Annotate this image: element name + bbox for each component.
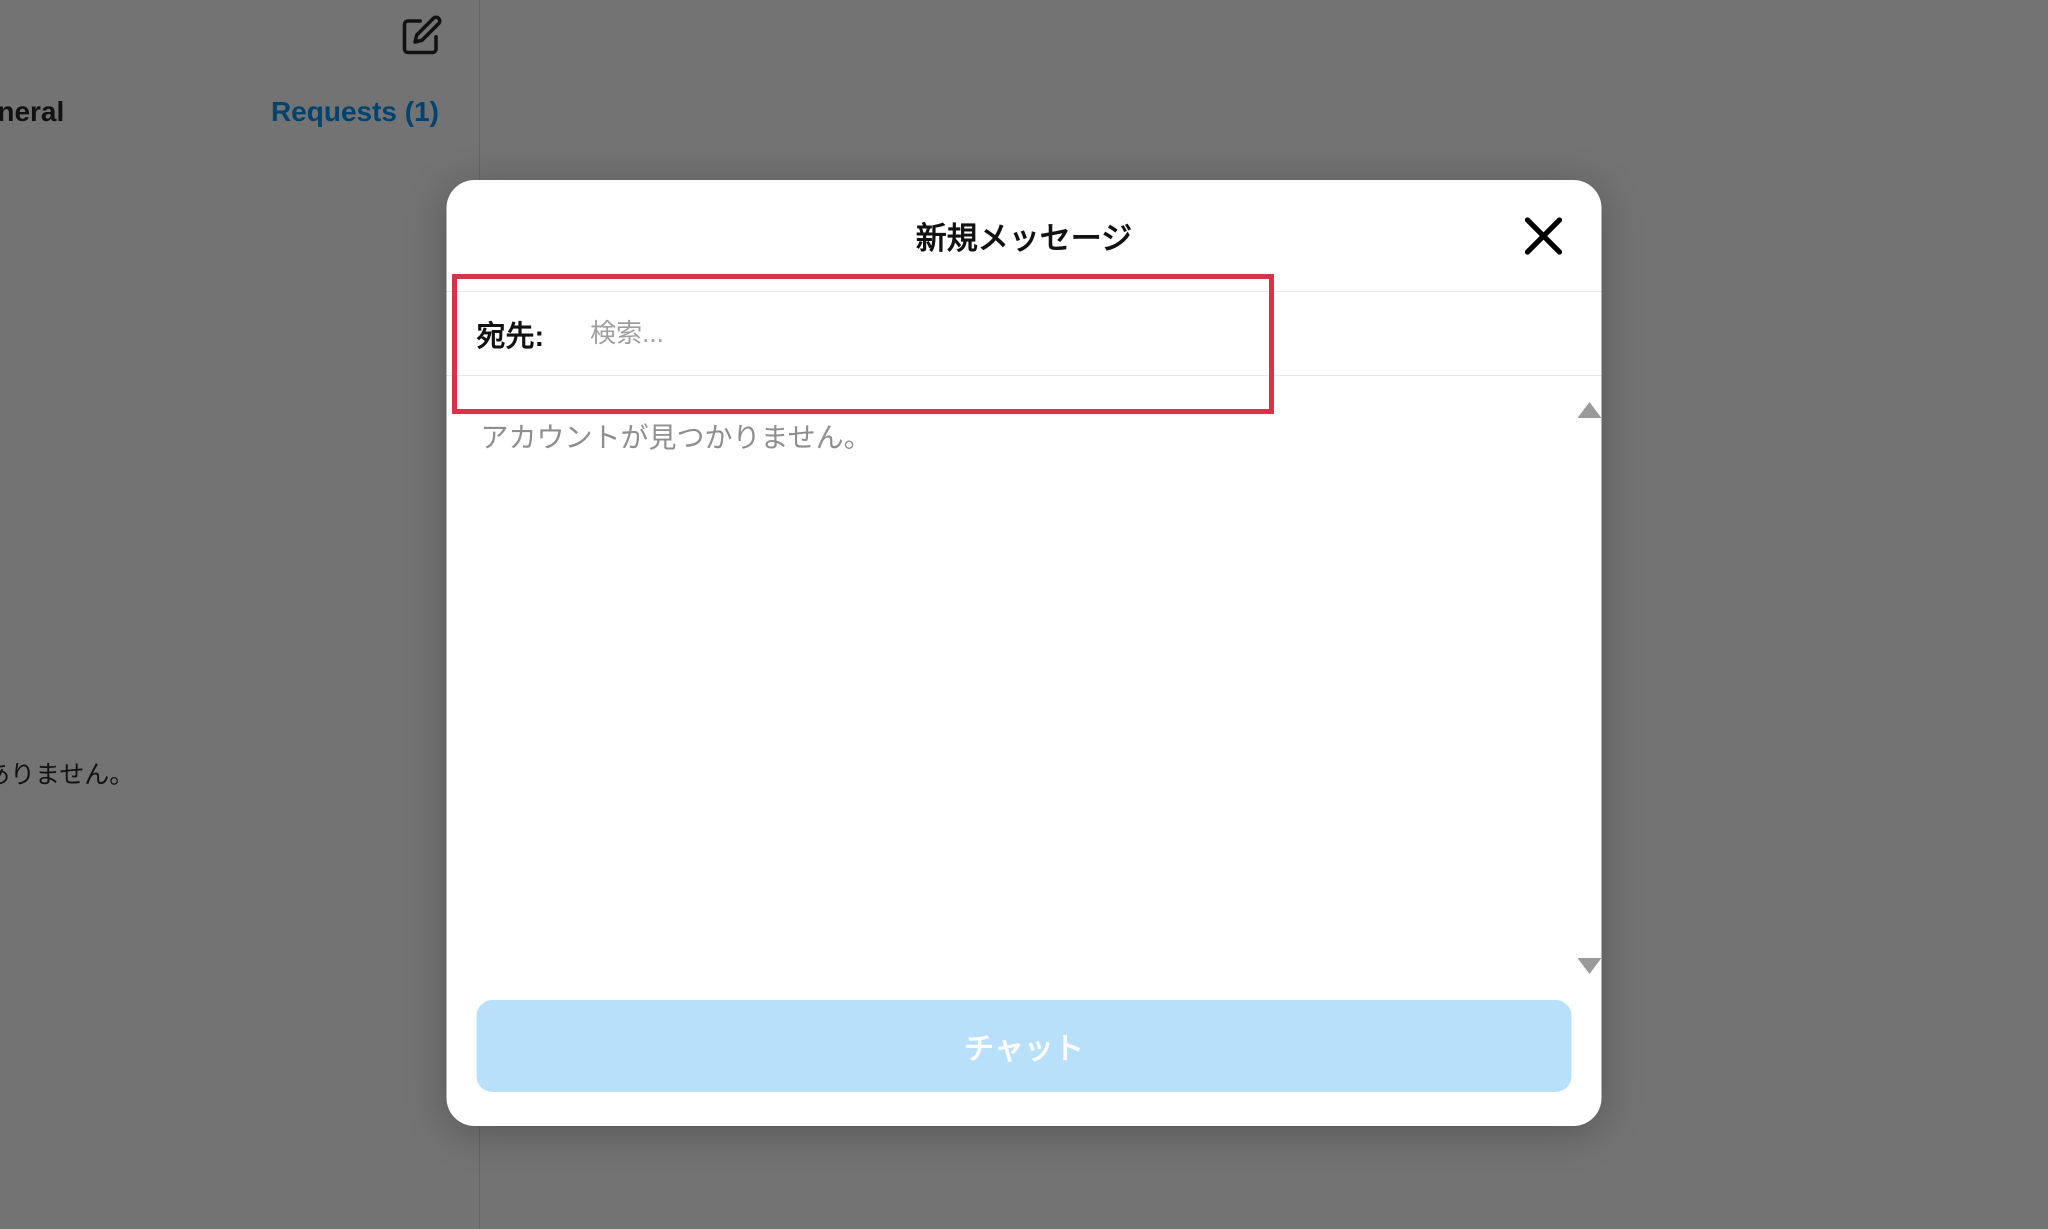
to-field-row: 宛先:	[447, 292, 1602, 376]
close-icon[interactable]	[1520, 212, 1568, 260]
new-message-modal: 新規メッセージ 宛先: アカウントが見つかりません。 チャット	[447, 180, 1602, 1126]
chat-button[interactable]: チャット	[477, 1000, 1572, 1092]
modal-header: 新規メッセージ	[447, 180, 1602, 292]
modal-footer: チャット	[447, 1000, 1602, 1126]
recipient-search-input[interactable]	[590, 318, 1571, 349]
search-results-area: アカウントが見つかりません。	[447, 376, 1602, 1000]
to-label: 宛先:	[477, 313, 545, 355]
scroll-down-icon[interactable]	[1578, 958, 1602, 974]
no-account-found-text: アカウントが見つかりません。	[481, 416, 1568, 456]
modal-title: 新規メッセージ	[916, 213, 1132, 258]
scroll-up-icon[interactable]	[1578, 402, 1602, 418]
